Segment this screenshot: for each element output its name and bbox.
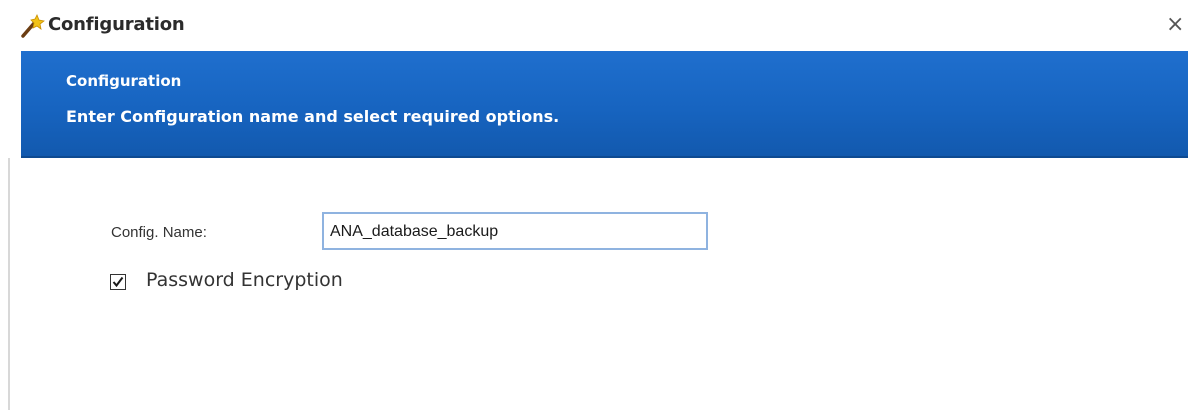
checkmark-icon xyxy=(112,276,124,288)
dialog-left-border xyxy=(8,158,10,410)
wand-icon xyxy=(20,12,46,38)
window-title: Configuration xyxy=(48,14,185,35)
password-encryption-checkbox[interactable] xyxy=(110,274,126,290)
banner-subtitle: Enter Configuration name and select requ… xyxy=(66,107,560,126)
banner-title: Configuration xyxy=(66,72,182,90)
password-encryption-label[interactable]: Password Encryption xyxy=(146,269,343,291)
header-banner: Configuration Enter Configuration name a… xyxy=(21,51,1188,158)
close-button[interactable]: × xyxy=(1166,13,1188,37)
config-name-input[interactable] xyxy=(330,220,700,244)
configuration-dialog: Configuration × Configuration Enter Conf… xyxy=(0,0,1188,410)
config-name-label: Config. Name: xyxy=(111,224,207,241)
config-name-field[interactable] xyxy=(322,212,708,250)
title-bar: Configuration × xyxy=(0,0,1188,50)
